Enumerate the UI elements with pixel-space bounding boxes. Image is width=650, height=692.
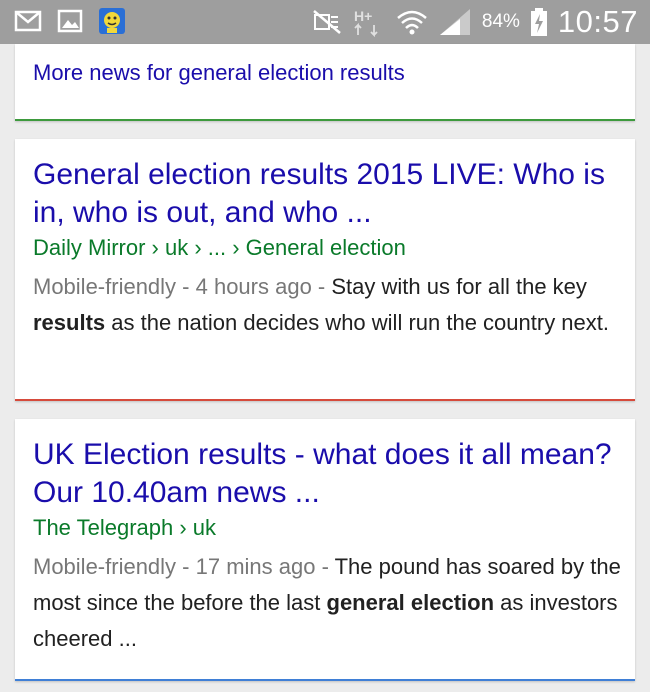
result-snippet: Mobile-friendly - 17 mins ago - The poun… <box>33 549 628 657</box>
result-card-telegraph[interactable]: UK Election results - what does it all m… <box>15 419 635 681</box>
app-icon <box>99 8 125 34</box>
result-meta: Mobile-friendly - 17 mins ago - <box>33 554 335 579</box>
signal-icon <box>439 9 470 35</box>
svg-text:H+: H+ <box>354 8 372 24</box>
battery-charging-icon <box>530 8 547 36</box>
clock: 10:57 <box>557 4 638 39</box>
battery-percentage: 84% <box>481 11 520 32</box>
snippet-text: Stay with us for all the key <box>331 274 587 299</box>
result-breadcrumb: Daily Mirror › uk › ... › General electi… <box>33 235 406 260</box>
wifi-icon <box>397 10 427 35</box>
snippet-text: as the nation decides who will run the c… <box>105 310 609 335</box>
mute-icon <box>313 10 341 34</box>
snippet-highlight: results <box>33 310 106 335</box>
snippet-highlight: general election <box>326 590 495 615</box>
status-bar: H+ 84% 10:57 <box>0 0 650 44</box>
result-snippet: Mobile-friendly - 4 hours ago - Stay wit… <box>33 269 628 341</box>
h-plus-data-icon: H+ <box>354 8 378 37</box>
result-card-mirror[interactable]: General election results 2015 LIVE: Who … <box>15 139 635 401</box>
result-meta: Mobile-friendly - 4 hours ago - <box>33 274 332 299</box>
more-news-card: More news for general election results <box>15 44 635 121</box>
more-news-link[interactable]: More news for general election results <box>33 60 405 86</box>
result-breadcrumb: The Telegraph › uk <box>33 515 217 540</box>
gmail-icon <box>14 10 42 32</box>
gallery-icon <box>57 9 83 33</box>
result-title[interactable]: General election results 2015 LIVE: Who … <box>33 156 623 232</box>
result-title[interactable]: UK Election results - what does it all m… <box>33 436 623 512</box>
